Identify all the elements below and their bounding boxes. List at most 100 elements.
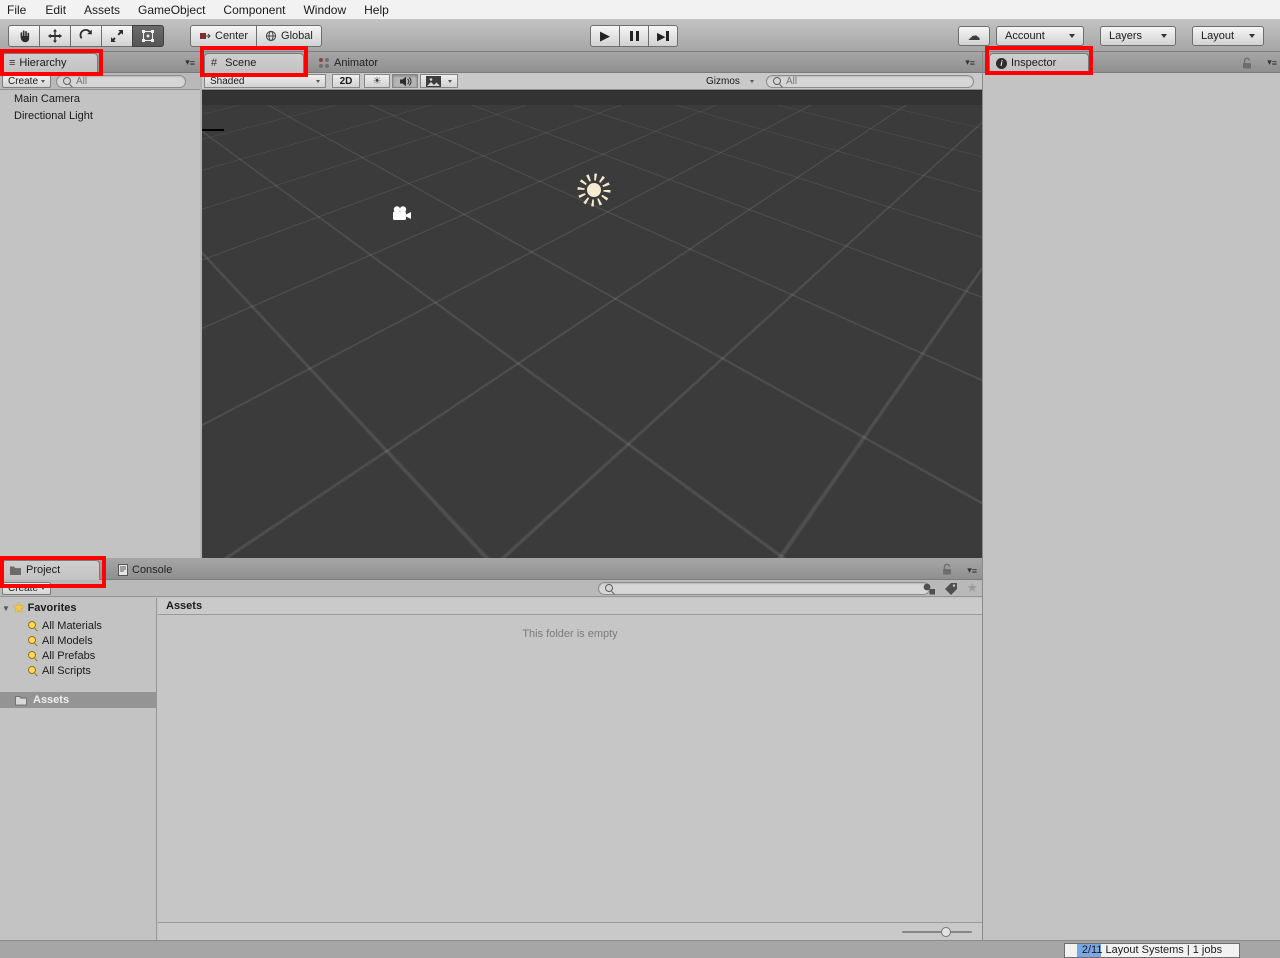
gizmos-dropdown[interactable]: Gizmos <box>700 74 760 88</box>
inspector-panel-menu[interactable]: ▾≡ <box>1267 57 1276 68</box>
main-toolbar: Center Global ▶ ▶ ☁ Account Layers Layou… <box>0 20 1280 52</box>
rotate-tool-button[interactable] <box>70 25 102 47</box>
assets-breadcrumb[interactable]: Assets <box>158 598 982 615</box>
hierarchy-search[interactable] <box>56 75 186 88</box>
scene-grid-icon: # <box>211 54 217 73</box>
project-tabbar: Project Console ▾≡ <box>0 558 982 580</box>
star-icon: ★ <box>13 600 25 616</box>
scene-horizon-band <box>202 91 982 105</box>
menu-lines-icon: ≡ <box>190 58 194 68</box>
hierarchy-panel-menu[interactable]: ▾≡ <box>185 57 194 68</box>
favorites-item-all-prefabs[interactable]: All Prefabs <box>0 648 156 663</box>
directional-light-gizmo[interactable] <box>572 168 616 212</box>
tab-inspector[interactable]: i Inspector <box>989 53 1089 73</box>
unity-editor-window: File Edit Assets GameObject Component Wi… <box>0 0 1280 958</box>
menu-item-file[interactable]: File <box>7 0 36 20</box>
tab-animator[interactable]: Animator <box>312 53 392 73</box>
lock-icon[interactable] <box>1242 57 1252 69</box>
menu-item-edit[interactable]: Edit <box>36 0 75 20</box>
slider-knob[interactable] <box>941 927 951 937</box>
hierarchy-item-main-camera[interactable]: Main Camera <box>0 91 200 108</box>
scene-viewport[interactable] <box>202 90 982 558</box>
dropdown-arrow-icon: ▾ <box>1267 57 1271 68</box>
layers-dropdown[interactable]: Layers <box>1100 26 1176 46</box>
project-create-button[interactable]: Create <box>2 582 51 595</box>
favorites-star-button[interactable]: ★ <box>966 580 978 596</box>
thumbnail-zoom-slider[interactable] <box>902 931 972 933</box>
hierarchy-list-icon: ≡ <box>9 54 15 73</box>
hierarchy-search-input[interactable] <box>76 76 179 87</box>
search-icon <box>63 77 73 87</box>
tree-item-assets-selected[interactable]: Assets <box>0 692 156 708</box>
search-by-label-button[interactable] <box>944 582 958 595</box>
hierarchy-create-button[interactable]: Create <box>2 75 51 88</box>
scene-search-input[interactable] <box>786 76 967 87</box>
project-search[interactable] <box>598 582 930 595</box>
favorites-header[interactable]: ▼ ★ Favorites <box>0 598 156 618</box>
scene-tab-label-text: Scene <box>225 54 256 73</box>
project-search-input[interactable] <box>618 583 923 594</box>
search-filter-icon <box>28 651 38 661</box>
layout-label: Layout <box>1201 30 1234 42</box>
inspector-tabbar: i Inspector ▾≡ <box>983 52 1280 73</box>
menu-item-gameobject[interactable]: GameObject <box>129 0 214 20</box>
favorites-item-label: All Materials <box>42 620 102 632</box>
scene-search[interactable] <box>766 75 974 88</box>
menu-lines-icon: ≡ <box>970 58 974 68</box>
menu-lines-icon: ≡ <box>972 566 976 576</box>
layout-dropdown[interactable]: Layout <box>1192 26 1264 46</box>
tab-hierarchy[interactable]: ≡ Hierarchy <box>2 53 98 73</box>
favorites-item-all-scripts[interactable]: All Scripts <box>0 663 156 678</box>
tab-console[interactable]: Console <box>112 560 186 580</box>
console-icon <box>118 564 128 576</box>
chevron-down-icon <box>1249 34 1255 38</box>
speaker-icon <box>399 76 412 87</box>
chevron-down-icon <box>448 80 452 83</box>
pan-tool-button[interactable] <box>8 25 40 47</box>
layers-label: Layers <box>1109 30 1142 42</box>
pause-button[interactable] <box>619 25 649 47</box>
info-icon: i <box>996 58 1007 69</box>
chevron-down-icon <box>750 80 754 83</box>
render-mode-dropdown[interactable]: Shaded <box>204 74 326 88</box>
star-icon: ★ <box>966 580 978 595</box>
menu-item-help[interactable]: Help <box>355 0 398 20</box>
step-button[interactable]: ▶ <box>648 25 678 47</box>
empty-folder-message: This folder is empty <box>158 628 982 640</box>
tab-project[interactable]: Project <box>2 560 100 580</box>
scene-panel-menu[interactable]: ▾≡ <box>965 57 974 68</box>
play-button[interactable]: ▶ <box>590 25 620 47</box>
hierarchy-body: Main Camera Directional Light <box>0 91 200 558</box>
menu-item-window[interactable]: Window <box>294 0 355 20</box>
account-dropdown[interactable]: Account <box>996 26 1084 46</box>
cloud-services-button[interactable]: ☁ <box>958 26 990 46</box>
menu-item-component[interactable]: Component <box>214 0 294 20</box>
scene-audio-button[interactable] <box>392 74 418 88</box>
hierarchy-item-directional-light[interactable]: Directional Light <box>0 108 200 125</box>
main-camera-gizmo[interactable] <box>390 205 414 222</box>
project-console-panel: Project Console ▾≡ Create <box>0 558 982 940</box>
scale-tool-button[interactable] <box>101 25 133 47</box>
rect-tool-button[interactable] <box>132 25 164 47</box>
status-bar: 2/11 Layout Systems | 1 jobs <box>0 940 1280 958</box>
scene-effects-button[interactable] <box>420 74 458 88</box>
play-icon: ▶ <box>600 28 610 44</box>
search-by-type-button[interactable] <box>922 582 936 595</box>
pivot-center-button[interactable]: Center <box>190 25 257 47</box>
toggle-2d-button[interactable]: 2D <box>332 74 360 88</box>
chevron-down-icon <box>41 80 45 83</box>
inspector-tab-label: Inspector <box>1011 54 1056 73</box>
menu-item-assets[interactable]: Assets <box>75 0 129 20</box>
scene-lighting-button[interactable]: ☀ <box>364 74 390 88</box>
create-label: Create <box>8 583 38 594</box>
background-jobs-status[interactable]: 2/11 Layout Systems | 1 jobs <box>1064 943 1240 958</box>
lock-icon[interactable] <box>942 563 952 575</box>
dropdown-arrow-icon: ▾ <box>967 565 971 576</box>
project-panel-menu[interactable]: ▾≡ <box>967 565 976 576</box>
move-tool-button[interactable] <box>39 25 71 47</box>
favorites-item-all-materials[interactable]: All Materials <box>0 618 156 633</box>
pause-icon <box>630 31 633 41</box>
tab-scene[interactable]: # Scene <box>204 53 304 73</box>
rotation-global-button[interactable]: Global <box>256 25 322 47</box>
favorites-item-all-models[interactable]: All Models <box>0 633 156 648</box>
